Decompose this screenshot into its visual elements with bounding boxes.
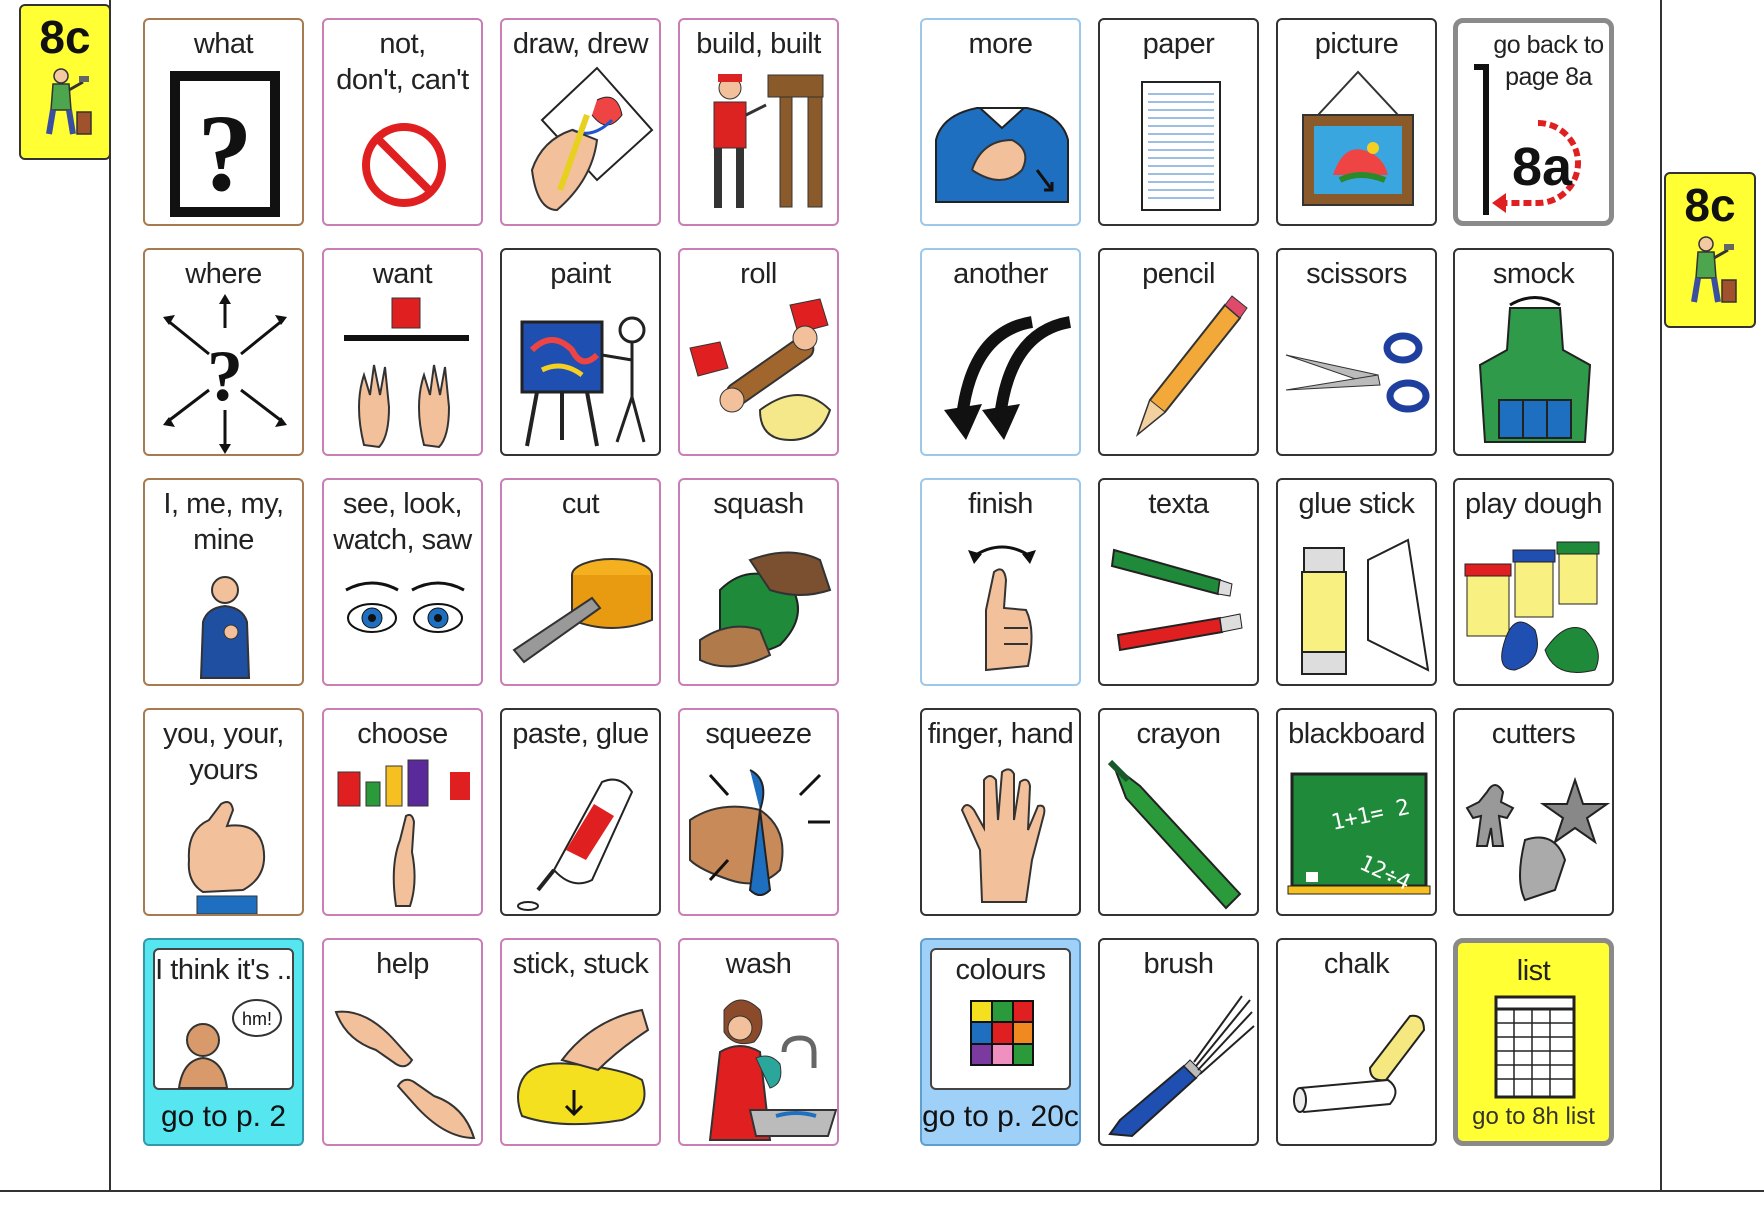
cell-brush[interactable]: brush [1098,938,1259,1146]
marker-pens-icon [1110,548,1243,652]
builder-icon [713,74,824,208]
cell-not[interactable]: not, don't, can't [322,18,483,226]
builder-icon [46,68,92,135]
more-sign-icon [935,107,1069,203]
cell-cutters[interactable]: cutters [1453,708,1614,916]
page-badge: 8a [1512,137,1573,197]
cell-paste[interactable]: paste, glue [500,708,661,916]
question-box-icon: ? [170,71,280,217]
cookie-cutters-icon [1465,776,1611,902]
right-divider-line [1660,0,1662,1192]
page-tab-label: 8c [1684,179,1736,231]
thumbs-up-icon [968,545,1036,672]
pointing-finger-icon [187,801,265,914]
cell-texta[interactable]: texta [1098,478,1259,686]
cell-finish[interactable]: finish [920,478,1081,686]
cell-you[interactable]: you, your, yours [143,708,304,916]
cell-paint[interactable]: paint [500,248,661,456]
cell-cut[interactable]: cut [500,478,661,686]
page-tab-left[interactable]: 8c [19,4,111,160]
framed-picture-icon [1302,70,1414,206]
cell-roll[interactable]: roll [678,248,839,456]
cell-scissors[interactable]: scissors [1276,248,1437,456]
builder-icon [1691,236,1737,303]
blackboard-icon: 1+1= 2 12÷4 [1287,772,1431,896]
cell-what[interactable]: what ? [143,18,304,226]
goto-link: go to 8h list [1472,1103,1595,1130]
cell-goback-8a[interactable]: go back to page 8a 8a [1453,18,1614,226]
self-pointing-person-icon [199,576,251,679]
cell-colours[interactable]: colours go to p. 20c [920,938,1081,1146]
drawing-hand-icon [530,66,654,212]
goto-link: go to p. 20c [922,1100,1079,1133]
cell-think-its[interactable]: I think it's .. hm! go to p. 2 [143,938,304,1146]
cell-chalk[interactable]: chalk [1276,938,1437,1146]
cell-stick[interactable]: stick, stuck [500,938,661,1146]
svg-text:?: ? [207,336,243,416]
bottom-divider-line [0,1190,1764,1192]
cell-gluestick[interactable]: glue stick [1276,478,1437,686]
scissors-icon [1285,332,1430,413]
cell-wash[interactable]: wash [678,938,839,1146]
goto-link: go to p. 2 [160,1100,287,1133]
playdough-tubs-icon [1464,541,1600,673]
cell-paper[interactable]: paper [1098,18,1259,226]
glue-bottle-icon [517,778,634,911]
choose-icon [337,759,470,907]
cell-crayon[interactable]: crayon [1098,708,1259,916]
cell-squash[interactable]: squash [678,478,839,686]
helping-hands-icon [334,1010,476,1140]
speech-bubble-text: hm! [242,1009,272,1029]
washing-person-icon [708,999,837,1141]
page-tab-label: 8c [39,11,91,63]
cell-another[interactable]: another [920,248,1081,456]
crayon-icon [1107,759,1242,910]
cell-help[interactable]: help [322,938,483,1146]
rolling-pin-icon [689,298,832,442]
smock-icon [1478,296,1592,443]
cell-blackboard[interactable]: blackboard 1+1= 2 12÷4 [1276,708,1437,916]
cell-smock[interactable]: smock [1453,248,1614,456]
svg-text:?: ? [198,92,253,214]
paper-icon [1141,81,1221,211]
cell-draw[interactable]: draw, drew [500,18,661,226]
cell-choose[interactable]: choose [322,708,483,916]
cell-picture[interactable]: picture [1276,18,1437,226]
cell-me[interactable]: I, me, my, mine [143,478,304,686]
cell-pencil[interactable]: pencil [1098,248,1259,456]
eyes-icon [345,581,465,633]
cell-finger[interactable]: finger, hand [920,708,1081,916]
left-divider-line [109,0,111,1192]
cell-where[interactable]: where ? [143,248,304,456]
cell-build[interactable]: build, built [678,18,839,226]
press-stick-icon [517,1008,650,1126]
cell-squeeze[interactable]: squeeze [678,708,839,916]
cell-playdough[interactable]: play dough [1453,478,1614,686]
another-arrows-icon [944,316,1072,440]
where-arrows-icon: ? [163,294,287,454]
easel-painting-icon [520,316,646,447]
pencil-icon [1135,295,1248,438]
squash-dough-icon [699,551,832,668]
chalk-icon [1293,1014,1426,1114]
squeeze-hand-icon [689,769,830,896]
page-tab-right[interactable]: 8c [1664,172,1756,328]
back-arrow-icon: 8a [1474,64,1581,215]
cell-more[interactable]: more [920,18,1081,226]
cell-list[interactable]: list go to 8h list [1453,938,1614,1146]
paintbrush-icon [1108,995,1255,1138]
prohibit-icon [362,123,446,207]
want-hands-icon [344,297,469,449]
open-hand-icon [960,768,1046,903]
cell-want[interactable]: want [322,248,483,456]
knife-cheese-icon [512,558,653,664]
cell-see[interactable]: see, look, watch, saw [322,478,483,686]
glue-stick-icon [1301,538,1430,675]
